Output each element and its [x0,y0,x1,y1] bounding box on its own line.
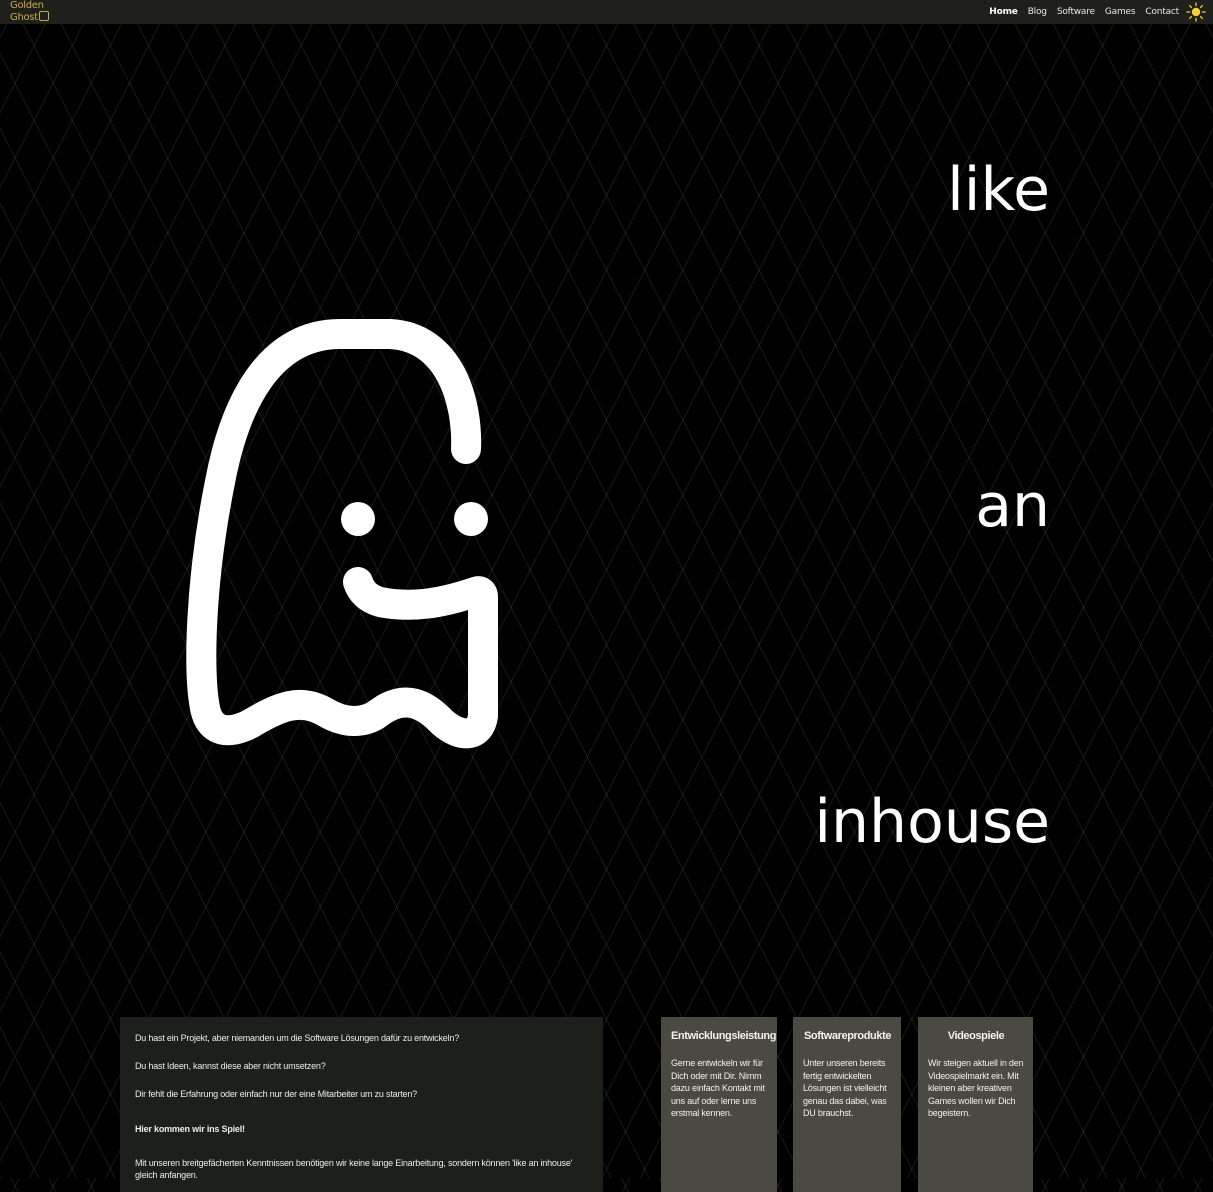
card-title: Softwareprodukte [803,1030,892,1042]
sun-icon[interactable] [1186,2,1206,22]
card-text: Gerne entwickeln wir für Dich oder mit D… [671,1058,765,1118]
intro-description: Mit unseren breitgefächerten Kenntnissen… [135,1158,573,1180]
card-videospiele[interactable]: Videospiele Wir steigen aktuell in den V… [918,1017,1033,1192]
intro-question-experience: Dir fehlt die Erfahrung oder einfach nur… [135,1089,417,1099]
hero-word-an: an [975,471,1050,541]
ghost-icon [186,319,498,749]
nav-home-link[interactable]: Home [989,7,1018,17]
hero-word-inhouse: inhouse [814,787,1050,857]
intro-question-project: Du hast ein Projekt, aber niemanden um d… [135,1033,460,1043]
card-softwareprodukte[interactable]: Softwareprodukte Unter unseren bereits f… [793,1017,901,1192]
nav-software-link[interactable]: Software [1057,7,1095,17]
card-text: Wir steigen aktuell in den Videospielmar… [928,1058,1024,1118]
top-navigation-bar: Golden Ghost Home Blog Software Games Co… [0,0,1213,24]
logo-mark-icon [38,11,49,21]
card-text: Unter unseren bereits fertig entwickelte… [803,1058,887,1118]
intro-headline: Hier kommen wir ins Spiel! [135,1124,245,1134]
intro-question-ideas: Du hast Ideen, kannst diese aber nicht u… [135,1061,326,1071]
main-nav: Home Blog Software Games Contact [989,0,1179,24]
intro-panel: Du hast ein Projekt, aber niemanden um d… [120,1017,603,1192]
nav-games-link[interactable]: Games [1105,7,1136,17]
logo-text-line1: Golden [10,0,44,11]
logo-text-line2: Ghost [10,12,38,23]
card-title: Videospiele [947,1030,1005,1042]
nav-blog-link[interactable]: Blog [1028,7,1047,17]
golden-ghost-logo[interactable]: Golden Ghost [10,1,62,23]
nav-contact-link[interactable]: Contact [1145,7,1179,17]
card-title: Entwicklungsleistung [671,1030,777,1042]
hero-word-like: like [947,155,1050,225]
card-entwicklungsleistung[interactable]: Entwicklungsleistung Gerne entwickeln wi… [661,1017,777,1192]
